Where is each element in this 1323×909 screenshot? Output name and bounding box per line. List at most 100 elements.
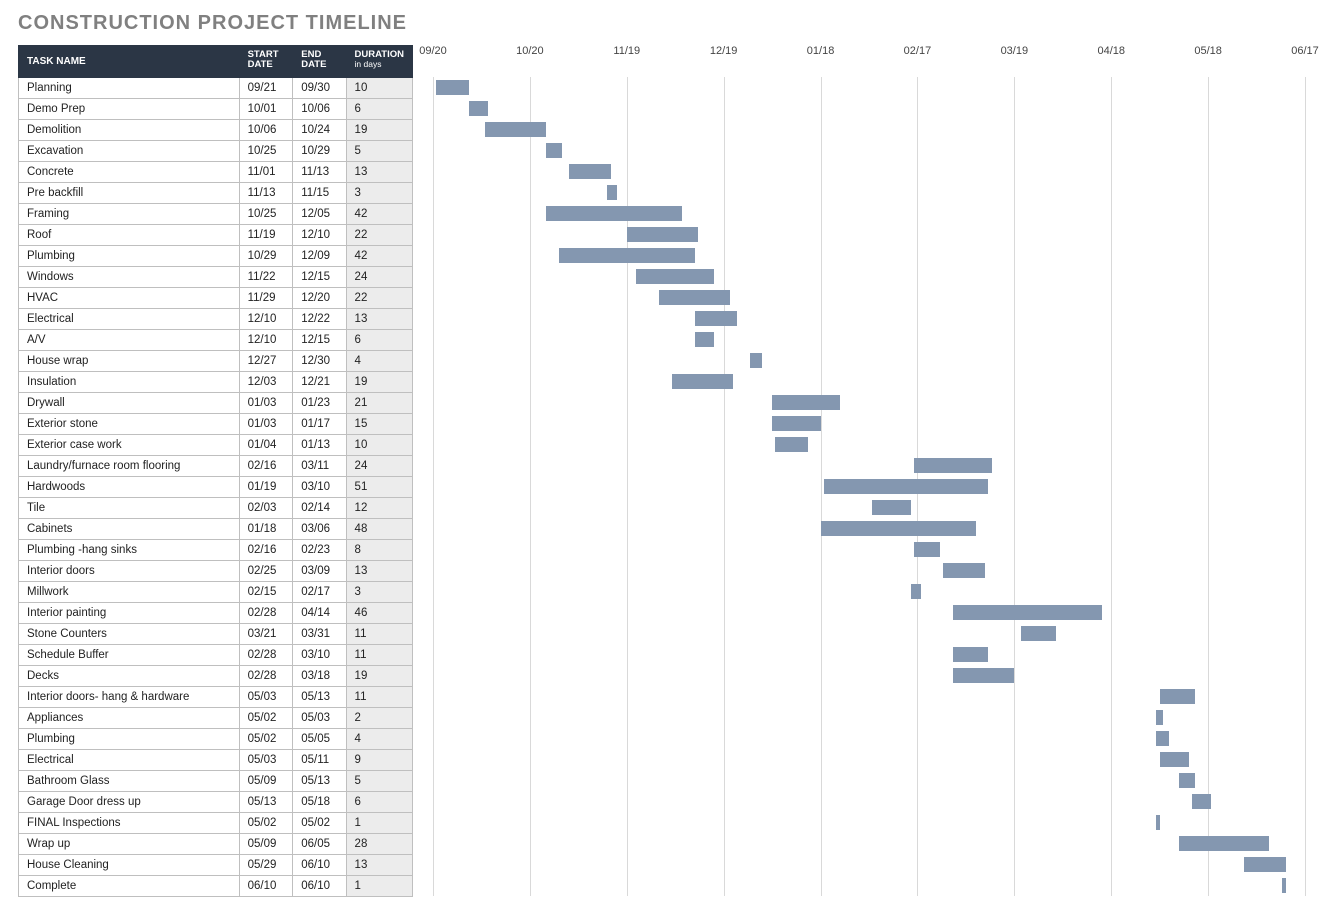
task-duration-cell: 48: [346, 519, 412, 540]
task-start-cell: 12/10: [239, 330, 293, 351]
task-end-cell: 12/05: [293, 204, 346, 225]
task-end-cell: 10/24: [293, 120, 346, 141]
task-start-cell: 10/01: [239, 99, 293, 120]
table-row: Laundry/furnace room flooring02/1603/112…: [19, 456, 413, 477]
task-duration-cell: 19: [346, 666, 412, 687]
task-start-cell: 02/28: [239, 645, 293, 666]
task-start-cell: 12/10: [239, 309, 293, 330]
task-end-cell: 03/09: [293, 561, 346, 582]
table-row: Pre backfill11/1311/153: [19, 183, 413, 204]
gantt-row: [433, 350, 1305, 371]
task-duration-cell: 13: [346, 309, 412, 330]
gantt-row: [433, 308, 1305, 329]
gantt-row: [433, 77, 1305, 98]
task-duration-cell: 3: [346, 582, 412, 603]
task-end-cell: 05/18: [293, 792, 346, 813]
task-duration-cell: 46: [346, 603, 412, 624]
task-duration-cell: 6: [346, 792, 412, 813]
task-start-cell: 10/25: [239, 141, 293, 162]
task-name-cell: Bathroom Glass: [19, 771, 240, 792]
task-name-cell: Framing: [19, 204, 240, 225]
gantt-bar: [1179, 836, 1269, 851]
gantt-bar: [659, 290, 730, 305]
table-row: Drywall01/0301/2321: [19, 393, 413, 414]
task-name-cell: Interior painting: [19, 603, 240, 624]
task-end-cell: 06/10: [293, 855, 346, 876]
gantt-row: [433, 560, 1305, 581]
table-row: Plumbing -hang sinks02/1602/238: [19, 540, 413, 561]
task-end-cell: 05/02: [293, 813, 346, 834]
gantt-gridline: [1305, 77, 1306, 896]
task-duration-cell: 9: [346, 750, 412, 771]
task-name-cell: Excavation: [19, 141, 240, 162]
gantt-row: [433, 224, 1305, 245]
table-row: Decks02/2803/1819: [19, 666, 413, 687]
task-start-cell: 11/22: [239, 267, 293, 288]
gantt-row: [433, 203, 1305, 224]
task-start-cell: 01/04: [239, 435, 293, 456]
table-row: Stone Counters03/2103/3111: [19, 624, 413, 645]
task-name-cell: A/V: [19, 330, 240, 351]
layout: TASK NAME START DATE END DATE DURATION i…: [18, 45, 1305, 897]
task-duration-cell: 1: [346, 813, 412, 834]
task-start-cell: 01/19: [239, 477, 293, 498]
task-duration-cell: 24: [346, 456, 412, 477]
task-end-cell: 06/10: [293, 876, 346, 897]
task-name-cell: Drywall: [19, 393, 240, 414]
table-row: Planning09/2109/3010: [19, 78, 413, 99]
task-start-cell: 10/25: [239, 204, 293, 225]
gantt-bar: [824, 479, 989, 494]
task-duration-cell: 11: [346, 687, 412, 708]
gantt-row: [433, 602, 1305, 623]
gantt-bar: [1244, 857, 1286, 872]
gantt-row: [433, 518, 1305, 539]
task-start-cell: 05/02: [239, 813, 293, 834]
task-duration-cell: 10: [346, 78, 412, 99]
gantt-row: [433, 266, 1305, 287]
gantt-bar: [1156, 731, 1169, 746]
task-start-cell: 12/03: [239, 372, 293, 393]
task-end-cell: 11/13: [293, 162, 346, 183]
gantt-row: [433, 119, 1305, 140]
task-start-cell: 01/18: [239, 519, 293, 540]
task-name-cell: Decks: [19, 666, 240, 687]
task-start-cell: 05/03: [239, 750, 293, 771]
task-duration-cell: 11: [346, 645, 412, 666]
gantt-row: [433, 875, 1305, 896]
task-start-cell: 10/06: [239, 120, 293, 141]
task-end-cell: 04/14: [293, 603, 346, 624]
table-row: Interior doors- hang & hardware05/0305/1…: [19, 687, 413, 708]
task-end-cell: 11/15: [293, 183, 346, 204]
task-name-cell: Exterior case work: [19, 435, 240, 456]
gantt-bar: [485, 122, 546, 137]
task-name-cell: Pre backfill: [19, 183, 240, 204]
task-name-cell: Electrical: [19, 309, 240, 330]
gantt-bar: [1282, 878, 1285, 893]
gantt-row: [433, 329, 1305, 350]
gantt-row: [433, 245, 1305, 266]
task-duration-cell: 15: [346, 414, 412, 435]
table-row: Millwork02/1502/173: [19, 582, 413, 603]
task-end-cell: 12/15: [293, 330, 346, 351]
task-end-cell: 09/30: [293, 78, 346, 99]
table-row: Appliances05/0205/032: [19, 708, 413, 729]
table-row: Demolition10/0610/2419: [19, 120, 413, 141]
task-name-cell: Insulation: [19, 372, 240, 393]
task-duration-cell: 8: [346, 540, 412, 561]
gantt-axis-tick: 04/18: [1097, 45, 1125, 57]
task-end-cell: 01/17: [293, 414, 346, 435]
task-name-cell: Electrical: [19, 750, 240, 771]
task-name-cell: Demolition: [19, 120, 240, 141]
gantt-bar: [1156, 815, 1159, 830]
task-start-cell: 02/16: [239, 456, 293, 477]
gantt-row: [433, 182, 1305, 203]
task-duration-cell: 4: [346, 351, 412, 372]
task-duration-cell: 21: [346, 393, 412, 414]
gantt-bar: [636, 269, 714, 284]
gantt-bar: [1179, 773, 1195, 788]
task-name-cell: Exterior stone: [19, 414, 240, 435]
task-end-cell: 12/15: [293, 267, 346, 288]
gantt-bar: [750, 353, 763, 368]
gantt-bar: [546, 143, 562, 158]
task-name-cell: Plumbing: [19, 729, 240, 750]
